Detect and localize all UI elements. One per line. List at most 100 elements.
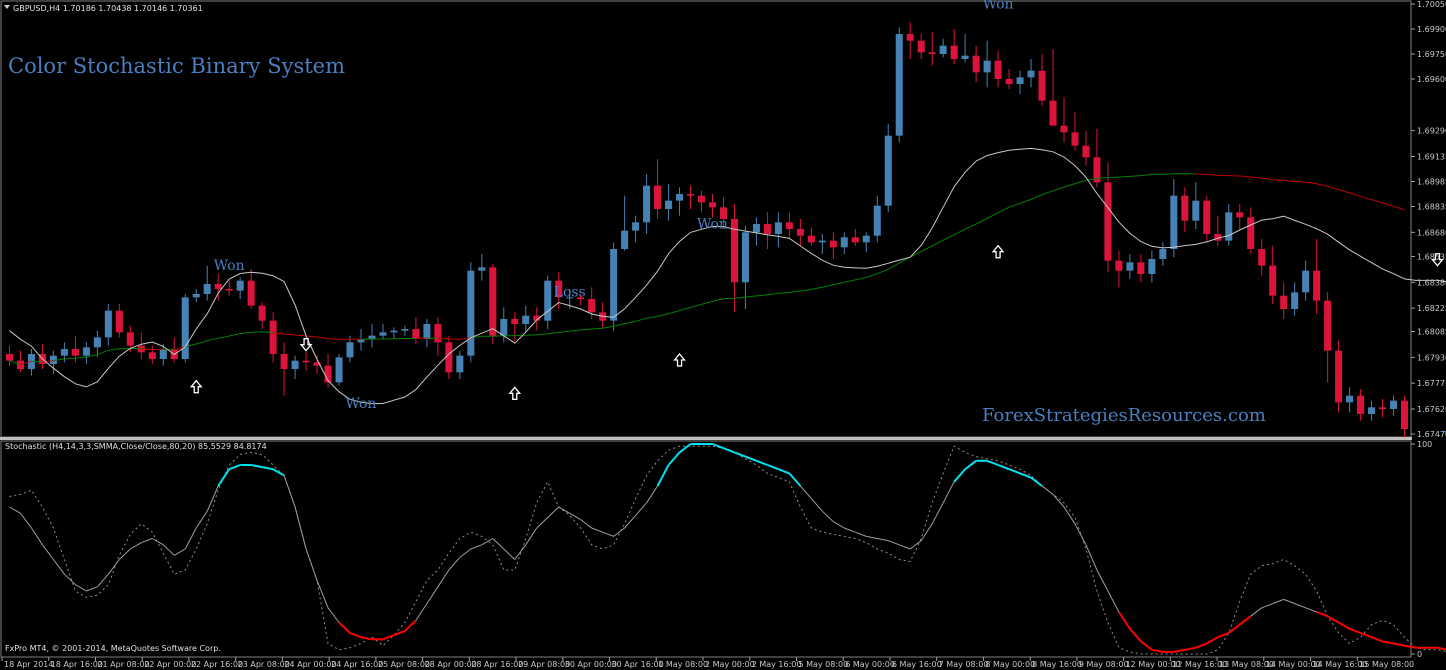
candle-body: [741, 232, 749, 283]
dropdown-triangle-icon[interactable]: [4, 5, 10, 9]
candle-body: [654, 185, 662, 209]
stoch-main-segment: [503, 548, 516, 560]
candle-body: [1060, 125, 1068, 133]
candle-body: [511, 319, 519, 324]
stoch-main-segment: [734, 451, 746, 458]
time-tick-label: 8 May 16:00: [1032, 660, 1082, 669]
trade-result-label: Won: [346, 396, 377, 412]
candle-body: [467, 270, 475, 356]
stoch-main-segment: [810, 498, 823, 512]
candle-body: [708, 202, 717, 208]
stoch-main-segment: [1041, 485, 1054, 495]
candle-body: [906, 34, 914, 41]
stoch-main-segment: [656, 464, 670, 487]
candle-body: [434, 324, 442, 343]
stoch-main-segment: [437, 569, 450, 588]
stoch-main-segment: [1129, 628, 1142, 643]
candle-body: [82, 347, 90, 356]
stoch-main-segment: [888, 540, 900, 546]
stoch-main-segment: [1382, 640, 1394, 645]
stoch-main-segment: [404, 619, 417, 632]
stoch-main-segment: [909, 540, 922, 550]
band-line: [9, 147, 1446, 405]
candle-body: [994, 60, 1002, 79]
arrow-up-icon: [673, 352, 686, 367]
stoch-main-segment: [624, 515, 636, 529]
candle-body: [1016, 77, 1024, 84]
candle-body: [5, 354, 14, 361]
candle-body: [60, 349, 68, 356]
stoch-main-segment: [206, 485, 219, 512]
stoch-main-segment: [646, 485, 658, 504]
stoch-main-segment: [1316, 611, 1328, 618]
stoch-main-segment: [1261, 603, 1273, 609]
stoch-main-segment: [1195, 642, 1208, 649]
stoch-main-segment: [1239, 615, 1252, 626]
price-tick-label: 1.67930: [1417, 353, 1446, 362]
candle-body: [1247, 217, 1255, 249]
stoch-main-segment: [470, 544, 482, 550]
time-tick-label: 8 May 00:00: [985, 660, 1035, 669]
price-tick-label: 1.69290: [1417, 127, 1446, 136]
stoch-tick-label: 0: [1417, 650, 1422, 659]
candle-body: [346, 342, 354, 358]
moving-average-line: [273, 332, 361, 340]
stoch-main-segment: [283, 475, 296, 508]
stoch-main-segment: [678, 443, 692, 454]
stoch-main-segment: [360, 636, 373, 641]
candle-body: [643, 185, 651, 223]
trading-chart: WonWonLossWonWonWon 1.700501.699001.6975…: [0, 0, 1446, 669]
candle-body: [1302, 270, 1310, 293]
candle-body: [390, 330, 398, 333]
candle-body: [368, 335, 376, 339]
candle-body: [423, 324, 431, 339]
price-tick-label: 1.68225: [1417, 304, 1446, 313]
candle-body: [181, 297, 189, 359]
time-tick-label: 24 Apr 00:00: [284, 660, 336, 669]
candle-body: [1192, 200, 1200, 221]
candle-body: [247, 280, 255, 306]
candle-body: [544, 280, 552, 321]
candle-body: [796, 229, 804, 236]
stoch-main-segment: [459, 548, 472, 558]
stoch-main-segment: [844, 527, 856, 533]
stoch-main-segment: [130, 542, 142, 550]
stoch-main-segment: [569, 512, 581, 521]
price-tick-label: 1.69750: [1417, 50, 1446, 59]
stoch-main-segment: [942, 481, 955, 504]
stoch-main-segment: [1360, 632, 1372, 639]
stoch-main-segment: [327, 607, 340, 623]
candle-body: [851, 237, 859, 243]
time-tick-label: 22 Apr 16:00: [191, 660, 243, 669]
stoch-main-segment: [261, 466, 274, 471]
candle-body: [93, 337, 101, 348]
time-tick-label: 18 Apr 16:00: [51, 660, 103, 669]
candle-body: [1049, 100, 1057, 126]
candle-body: [1280, 295, 1288, 309]
candle-body: [489, 267, 497, 336]
stoch-pane-border: [0, 440, 1412, 658]
candle-body: [148, 352, 156, 359]
stoch-main-segment: [1184, 646, 1196, 651]
candle-body: [840, 237, 848, 248]
time-tick-label: 22 Apr 00:00: [144, 660, 196, 669]
candle-body: [192, 294, 200, 298]
time-tick-label: 25 Apr 08:00: [378, 660, 430, 669]
candle-body: [687, 194, 695, 196]
stoch-main-segment: [75, 584, 87, 592]
time-axis: 18 Apr 201418 Apr 16:0021 Apr 08:0022 Ap…: [1, 657, 1414, 669]
time-tick-label: 7 May 08:00: [939, 660, 989, 669]
candle-body: [862, 235, 870, 243]
stoch-main-segment: [580, 519, 592, 529]
stoch-main-segment: [558, 506, 570, 514]
stoch-main-segment: [96, 573, 109, 588]
candle-body: [1082, 145, 1090, 158]
time-tick-label: 6 May 00:00: [845, 660, 895, 669]
candle-body: [1400, 400, 1409, 429]
stoch-main-segment: [525, 527, 538, 546]
stochastic-pane: [9, 443, 1446, 655]
candle-body: [1137, 262, 1145, 274]
stoch-main-segment: [1151, 648, 1164, 653]
stoch-main-segment: [1294, 603, 1306, 609]
candle-body: [1390, 400, 1398, 409]
